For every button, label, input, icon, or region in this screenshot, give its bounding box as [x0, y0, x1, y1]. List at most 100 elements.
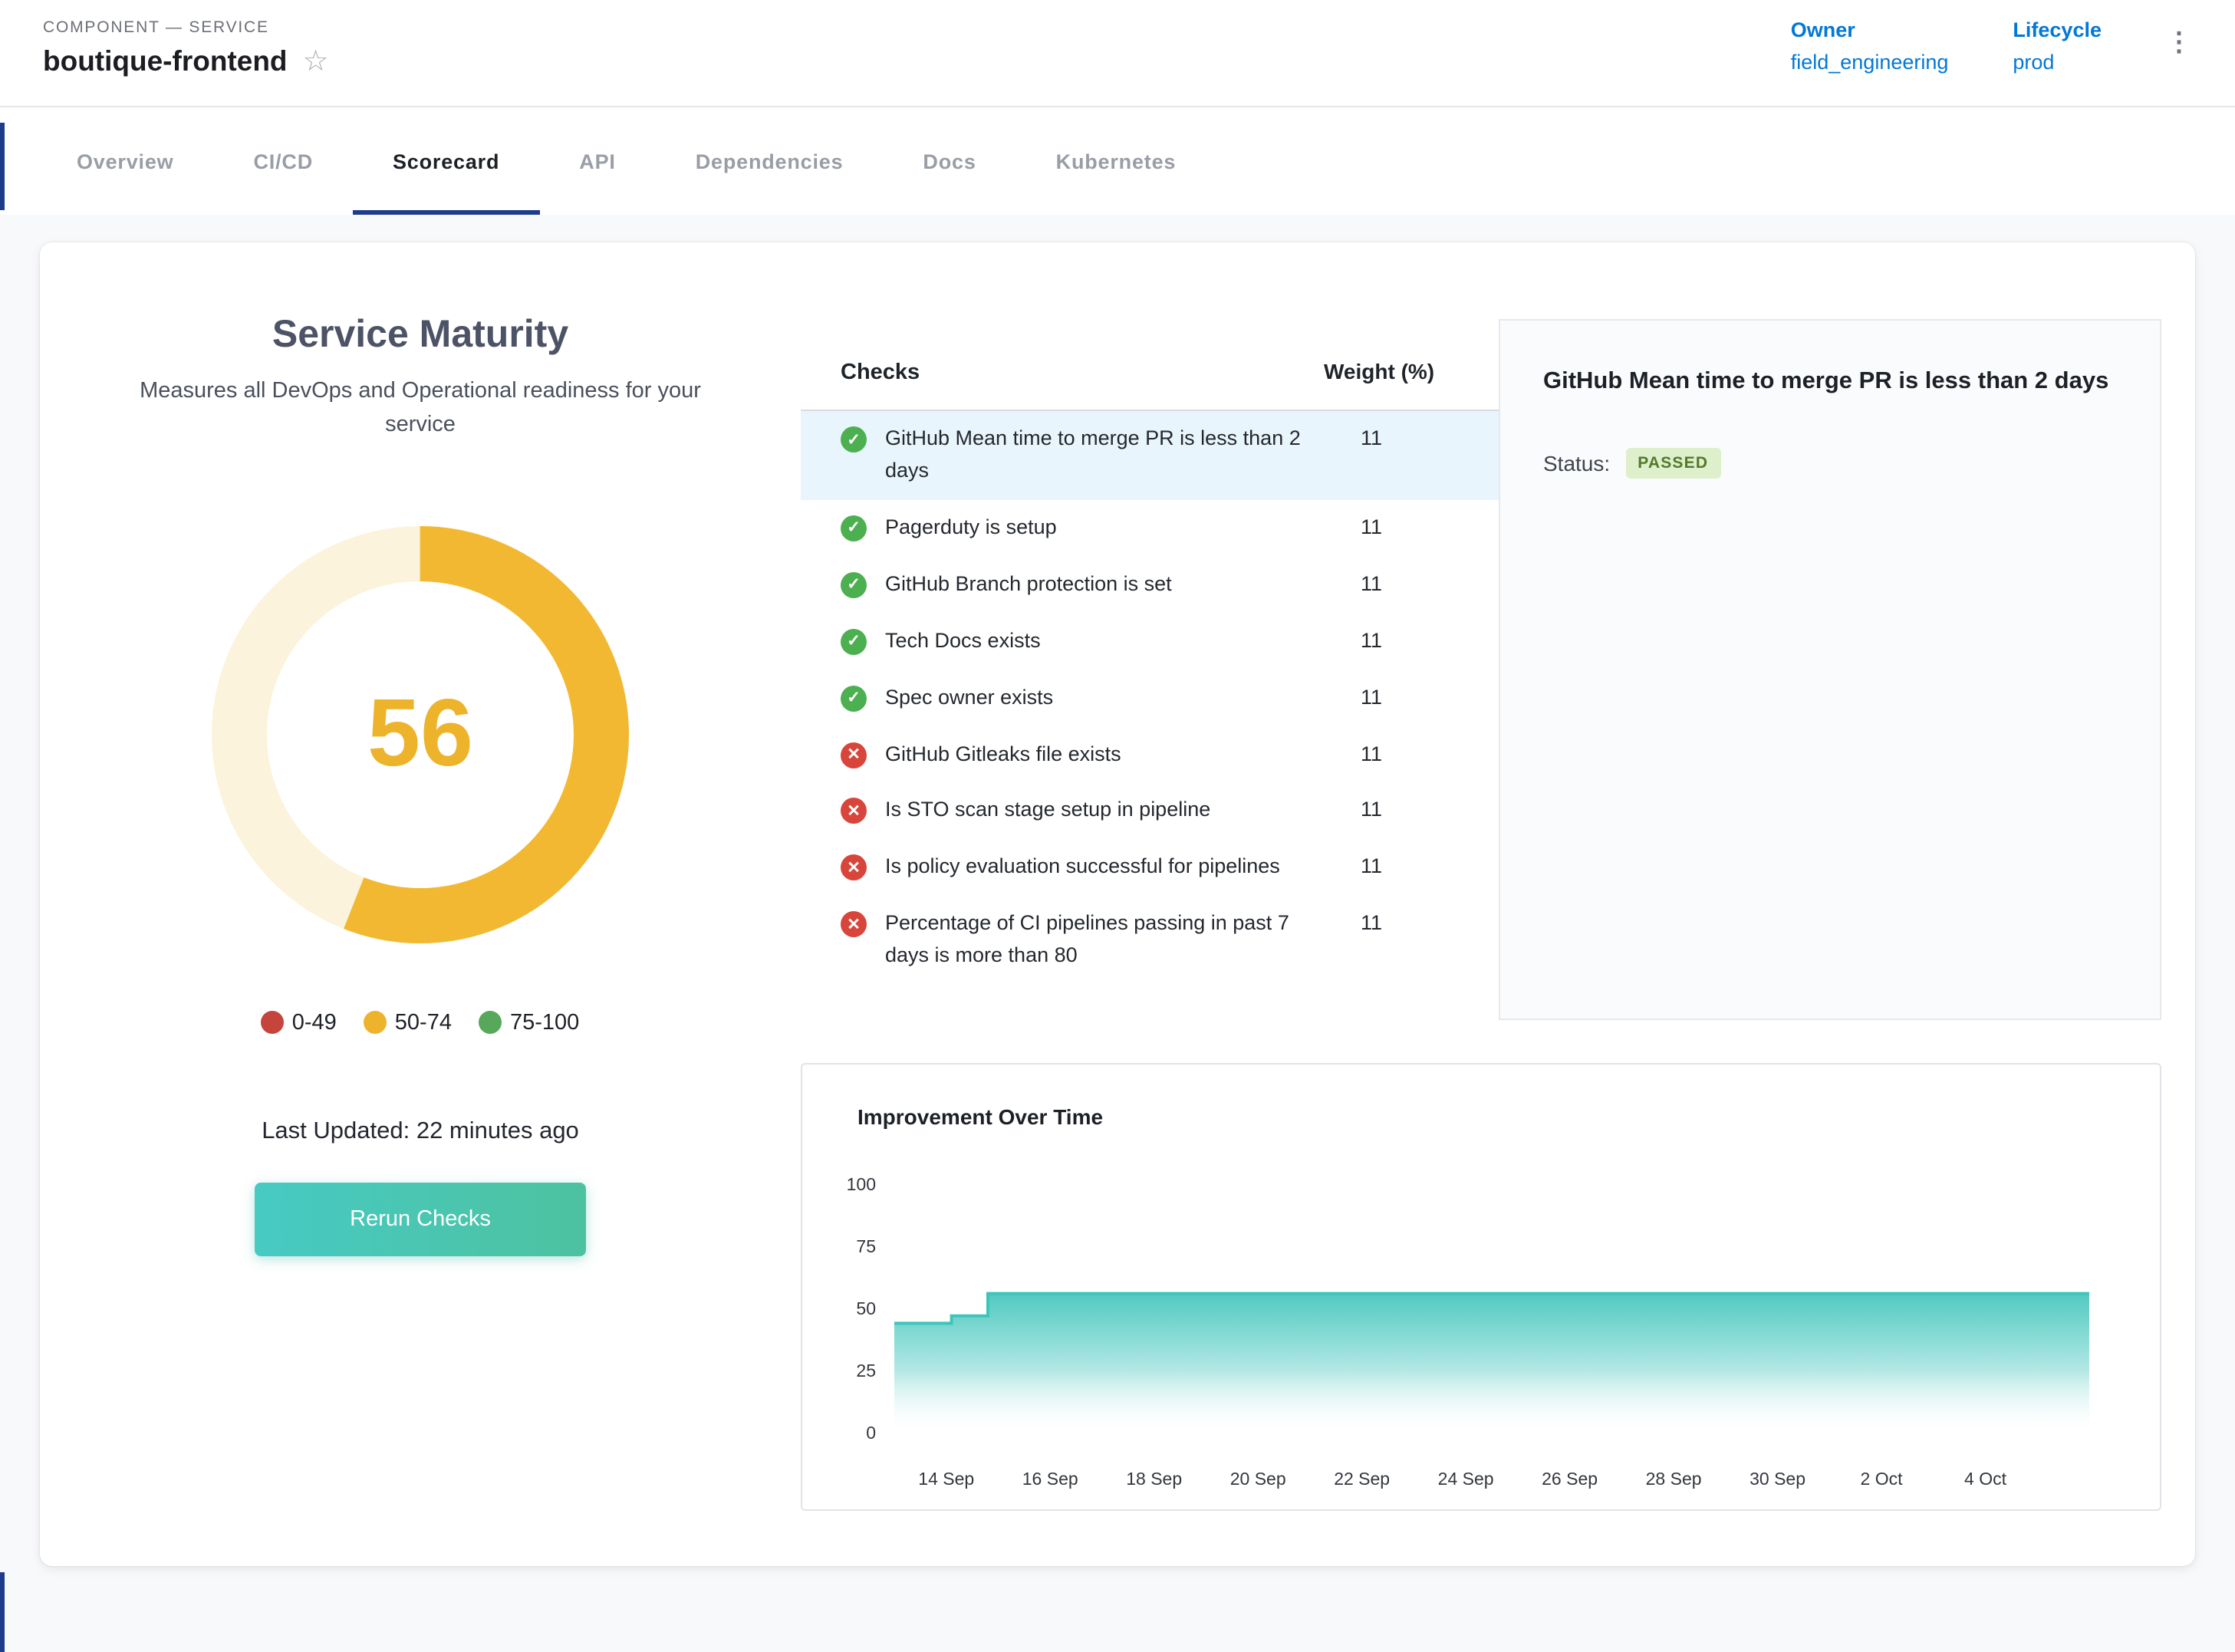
- svg-text:100: 100: [847, 1174, 876, 1194]
- app-root: COMPONENT — SERVICE boutique-frontend ☆ …: [0, 0, 2235, 1652]
- check-fail-icon: ✕: [841, 855, 867, 881]
- check-row[interactable]: ✕ Is policy evaluation successful for pi…: [801, 840, 1499, 897]
- rerun-checks-button[interactable]: Rerun Checks: [255, 1182, 586, 1255]
- svg-text:25: 25: [856, 1361, 876, 1381]
- legend-label: 0-49: [292, 1010, 337, 1035]
- last-updated-text: Last Updated: 22 minutes ago: [74, 1117, 767, 1145]
- check-fail-icon: ✕: [841, 798, 867, 824]
- owner-link[interactable]: field_engineering: [1791, 51, 1949, 74]
- weight-header-label: Weight (%): [1324, 359, 1459, 383]
- lifecycle-block: Lifecycle prod: [2013, 18, 2102, 74]
- lifecycle-value[interactable]: prod: [2013, 51, 2102, 74]
- tab-kubernetes[interactable]: Kubernetes: [1016, 107, 1216, 215]
- kebab-menu-icon[interactable]: ⋮: [2166, 28, 2192, 58]
- svg-text:4 Oct: 4 Oct: [1964, 1469, 2007, 1489]
- legend-dot-icon: [262, 1011, 285, 1034]
- check-label: Tech Docs exists: [885, 625, 1342, 657]
- check-weight: 11: [1342, 909, 1459, 941]
- svg-text:14 Sep: 14 Sep: [918, 1469, 974, 1489]
- legend-label: 75-100: [510, 1010, 579, 1035]
- check-pass-icon: ✓: [841, 628, 867, 654]
- check-row[interactable]: ✕ Is STO scan stage setup in pipeline 11: [801, 783, 1499, 840]
- check-pass-icon: ✓: [841, 685, 867, 711]
- check-weight: 11: [1342, 512, 1459, 545]
- improvement-area-chart: 0255075100 14 Sep16 Sep18 Sep20 Sep22 Se…: [802, 1147, 2160, 1503]
- header-right: Owner field_engineering Lifecycle prod ⋮: [1791, 15, 2192, 106]
- checks-panel: Checks Weight (%) ✓ GitHub Mean time to …: [801, 319, 1499, 1020]
- chart-y-axis-labels: 0 25 50 75 100: [847, 1174, 876, 1443]
- check-weight: 11: [1342, 852, 1459, 884]
- check-weight: 11: [1342, 739, 1459, 771]
- main-content: Service Maturity Measures all DevOps and…: [0, 215, 2235, 1566]
- check-weight: 11: [1342, 682, 1459, 714]
- tab-scorecard[interactable]: Scorecard: [353, 107, 539, 215]
- scorecard-title: Service Maturity: [74, 313, 767, 357]
- check-pass-icon: ✓: [841, 515, 867, 541]
- check-weight: 11: [1342, 423, 1459, 456]
- score-donut: 56: [212, 525, 629, 943]
- left-edge-accent-bottom: [0, 1572, 5, 1652]
- owner-block: Owner field_engineering: [1791, 18, 1949, 74]
- svg-text:22 Sep: 22 Sep: [1334, 1469, 1390, 1489]
- tab-api[interactable]: API: [539, 107, 655, 215]
- title-row: boutique-frontend ☆: [43, 44, 329, 78]
- check-label: GitHub Gitleaks file exists: [885, 739, 1342, 771]
- check-pass-icon: ✓: [841, 426, 867, 452]
- header-left: COMPONENT — SERVICE boutique-frontend ☆: [43, 15, 329, 106]
- svg-text:20 Sep: 20 Sep: [1230, 1469, 1286, 1489]
- svg-text:28 Sep: 28 Sep: [1646, 1469, 1702, 1489]
- legend-item: 0-49: [262, 1010, 337, 1035]
- check-fail-icon: ✕: [841, 742, 867, 768]
- check-label: Is STO scan stage setup in pipeline: [885, 795, 1342, 828]
- check-detail-panel: GitHub Mean time to merge PR is less tha…: [1499, 319, 2161, 1020]
- check-row[interactable]: ✕ Percentage of CI pipelines passing in …: [801, 897, 1499, 986]
- scorecard-card: Service Maturity Measures all DevOps and…: [40, 242, 2195, 1566]
- svg-text:24 Sep: 24 Sep: [1438, 1469, 1494, 1489]
- checks-header-label: Checks: [841, 360, 1324, 385]
- svg-text:75: 75: [856, 1236, 876, 1256]
- check-label: Is policy evaluation successful for pipe…: [885, 852, 1342, 884]
- page-header: COMPONENT — SERVICE boutique-frontend ☆ …: [0, 0, 2235, 107]
- svg-text:18 Sep: 18 Sep: [1126, 1469, 1182, 1489]
- owner-label: Owner: [1791, 18, 1949, 41]
- score-summary-column: Service Maturity Measures all DevOps and…: [74, 242, 767, 1511]
- check-label: GitHub Mean time to merge PR is less tha…: [885, 423, 1342, 488]
- tab-overview[interactable]: Overview: [37, 107, 214, 215]
- checks-table-header: Checks Weight (%): [801, 319, 1499, 411]
- page-title: boutique-frontend: [43, 44, 288, 78]
- tab-ci-cd[interactable]: CI/CD: [214, 107, 354, 215]
- check-row[interactable]: ✓ GitHub Mean time to merge PR is less t…: [801, 411, 1499, 500]
- tab-docs[interactable]: Docs: [883, 107, 1015, 215]
- tab-dependencies[interactable]: Dependencies: [656, 107, 884, 215]
- left-edge-accent-top: [0, 123, 5, 210]
- score-value: 56: [212, 525, 629, 943]
- check-row[interactable]: ✓ Tech Docs exists 11: [801, 613, 1499, 670]
- check-weight: 11: [1342, 795, 1459, 828]
- score-legend: 0-49 50-74 75-100: [74, 1010, 767, 1035]
- breadcrumb: COMPONENT — SERVICE: [43, 18, 329, 37]
- check-row[interactable]: ✕ GitHub Gitleaks file exists 11: [801, 726, 1499, 783]
- check-label: GitHub Branch protection is set: [885, 569, 1342, 601]
- check-pass-icon: ✓: [841, 572, 867, 598]
- checks-and-detail-row: Checks Weight (%) ✓ GitHub Mean time to …: [801, 319, 2161, 1020]
- svg-text:0: 0: [866, 1423, 876, 1443]
- tab-bar: OverviewCI/CDScorecardAPIDependenciesDoc…: [0, 107, 2235, 215]
- chart-area-fill: [894, 1294, 2089, 1433]
- check-row[interactable]: ✓ Spec owner exists 11: [801, 670, 1499, 726]
- check-label: Percentage of CI pipelines passing in pa…: [885, 909, 1342, 973]
- lifecycle-label: Lifecycle: [2013, 18, 2102, 41]
- check-label: Spec owner exists: [885, 682, 1342, 714]
- check-detail-title: GitHub Mean time to merge PR is less tha…: [1543, 360, 2117, 402]
- checks-column: Checks Weight (%) ✓ GitHub Mean time to …: [801, 242, 2161, 1511]
- check-weight: 11: [1342, 569, 1459, 601]
- check-row[interactable]: ✓ GitHub Branch protection is set 11: [801, 557, 1499, 614]
- scorecard-subtitle: Measures all DevOps and Operational read…: [114, 376, 727, 443]
- legend-dot-icon: [364, 1011, 387, 1034]
- legend-dot-icon: [479, 1011, 502, 1034]
- favorite-star-icon[interactable]: ☆: [303, 47, 329, 76]
- chart-x-axis-labels: 14 Sep16 Sep18 Sep20 Sep22 Sep24 Sep26 S…: [918, 1469, 2006, 1489]
- status-row: Status: PASSED: [1543, 448, 2117, 479]
- svg-text:50: 50: [856, 1298, 876, 1318]
- svg-text:30 Sep: 30 Sep: [1749, 1469, 1805, 1489]
- check-row[interactable]: ✓ Pagerduty is setup 11: [801, 500, 1499, 557]
